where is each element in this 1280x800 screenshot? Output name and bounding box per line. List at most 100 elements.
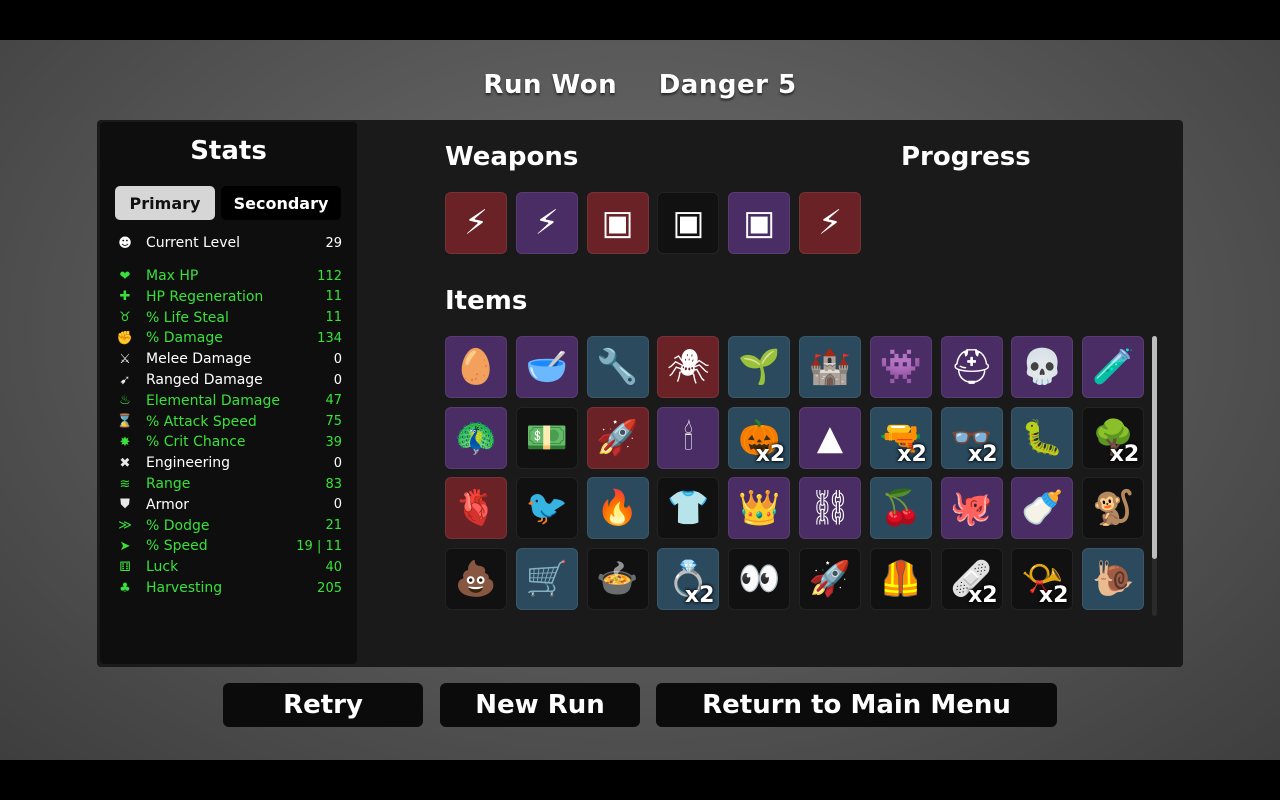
item-quantity-badge: x2 bbox=[968, 441, 998, 467]
handcuffs-item-slot[interactable]: ⛓ bbox=[799, 477, 861, 539]
stat-label: Current Level bbox=[146, 235, 240, 251]
return-main-menu-button[interactable]: Return to Main Menu bbox=[656, 683, 1057, 727]
rocket-item-slot[interactable]: 🚀 bbox=[799, 547, 861, 610]
rockets-item-slot[interactable]: 🚀 bbox=[586, 406, 649, 469]
banknote-item-icon: 💵 bbox=[525, 417, 568, 458]
crown-item-slot[interactable]: 👑 bbox=[728, 477, 791, 539]
worm-item-slot[interactable]: 🐛 bbox=[1011, 406, 1074, 469]
taser-weapon-slot[interactable]: ▣ bbox=[728, 192, 791, 254]
banknote-item-slot[interactable]: 💵 bbox=[515, 406, 578, 469]
shield-icon: ⛊ bbox=[120, 497, 130, 513]
vest-item-slot[interactable]: 🦺 bbox=[869, 547, 932, 610]
taser-weapon-slot[interactable]: ▣ bbox=[657, 192, 720, 254]
bottle-item-icon: 🍼 bbox=[1021, 488, 1064, 528]
items-scrollbar[interactable] bbox=[1152, 336, 1157, 616]
rocket-item-icon: 🚀 bbox=[808, 558, 852, 599]
stat-row: ✖ Engineering 0 bbox=[116, 453, 342, 473]
progress-title: Progress bbox=[901, 142, 1031, 172]
flannel-shirt-item-slot[interactable]: 👕 bbox=[657, 477, 720, 539]
potion-bag-item-slot[interactable]: 🧪 bbox=[1082, 336, 1145, 398]
stat-row: ≋ Range 83 bbox=[116, 474, 342, 494]
poop-item-slot[interactable]: 💩 bbox=[445, 547, 507, 610]
sword-icon: ⚔ bbox=[119, 351, 131, 367]
snail-item-slot[interactable]: 🐌 bbox=[1082, 547, 1145, 610]
mortar-item-slot[interactable]: 🥣 bbox=[515, 336, 578, 398]
tree-item-slot[interactable]: 🌳 x2 bbox=[1082, 406, 1145, 469]
stat-label: Armor bbox=[146, 496, 190, 513]
bottle-item-slot[interactable]: 🍼 bbox=[1011, 477, 1074, 539]
taser-weapon-slot[interactable]: ▣ bbox=[586, 192, 649, 254]
weapons-title: Weapons bbox=[445, 142, 579, 172]
retry-button[interactable]: Retry bbox=[223, 683, 423, 727]
helmet-item-icon: ⛑ bbox=[950, 347, 994, 387]
peacock-item-slot[interactable]: 🦚 bbox=[445, 406, 507, 469]
stat-value: 0 bbox=[333, 455, 342, 471]
bandage-item-slot[interactable]: 🩹 x2 bbox=[940, 547, 1003, 610]
spider-item-slot[interactable]: 🕷 bbox=[657, 336, 720, 398]
stat-label: % Damage bbox=[146, 330, 223, 347]
stat-label: % Attack Speed bbox=[146, 413, 257, 430]
potion-bag-item-icon: 🧪 bbox=[1092, 347, 1135, 387]
spark-spear-weapon-slot[interactable]: ⚡ bbox=[515, 192, 578, 254]
tab-secondary-stats[interactable]: Secondary bbox=[221, 186, 341, 220]
wrench-drill-item-slot[interactable]: 🔧 bbox=[586, 336, 649, 398]
items-title: Items bbox=[445, 286, 528, 316]
horn-item-slot[interactable]: 📯 x2 bbox=[1011, 547, 1074, 610]
lightning-wand-weapon-icon: ⚡ bbox=[464, 203, 488, 243]
campfire-item-slot[interactable]: 🔥 bbox=[586, 477, 649, 539]
candle-item-slot[interactable]: 🕯 bbox=[657, 406, 720, 469]
wheelbarrow-item-slot[interactable]: 🛒 bbox=[515, 547, 578, 610]
stat-value: 205 bbox=[317, 580, 342, 596]
tentacle-item-icon: 🐙 bbox=[950, 488, 993, 528]
stats-panel: Stats Primary Secondary ☻ Current Level … bbox=[100, 122, 357, 664]
stat-label: % Life Steal bbox=[146, 309, 229, 326]
ring-item-slot[interactable]: 💍 x2 bbox=[657, 547, 720, 610]
pumpkin-item-slot[interactable]: 🎃 x2 bbox=[728, 406, 791, 469]
skull-pile-item-icon: 💀 bbox=[1021, 347, 1064, 387]
stat-value: 0 bbox=[333, 351, 342, 367]
monkey-item-slot[interactable]: 🐒 bbox=[1082, 477, 1145, 539]
wheelbarrow-item-icon: 🛒 bbox=[525, 558, 568, 599]
dice-icon: ⚅ bbox=[119, 559, 131, 575]
bird-head-item-slot[interactable]: 🐦 bbox=[515, 477, 578, 539]
cherries-item-icon: 🍒 bbox=[879, 488, 922, 528]
letterbox-bottom bbox=[0, 760, 1280, 800]
item-quantity-badge: x2 bbox=[897, 441, 927, 467]
glasses-item-slot[interactable]: 👓 x2 bbox=[940, 406, 1003, 469]
monkey-item-icon: 🐒 bbox=[1092, 488, 1135, 528]
wheat-icon: ♣ bbox=[119, 580, 131, 596]
level-skull-icon: ☻ bbox=[118, 235, 132, 251]
fangs-icon: ♉ bbox=[119, 310, 131, 326]
crit-burst-icon: ✸ bbox=[119, 434, 131, 450]
stomach-item-slot[interactable]: 🫀 bbox=[445, 477, 507, 539]
lightning-wand-weapon-slot[interactable]: ⚡ bbox=[445, 192, 507, 254]
stat-label: Harvesting bbox=[146, 580, 223, 596]
cauldron-item-icon: 🍲 bbox=[596, 558, 639, 599]
alien-horns-item-slot[interactable]: 👾 bbox=[869, 336, 932, 398]
stat-row: ⛊ Armor 0 bbox=[116, 495, 342, 515]
items-scrollbar-thumb[interactable] bbox=[1152, 336, 1157, 559]
cherries-item-slot[interactable]: 🍒 bbox=[869, 477, 932, 539]
hourglass-icon: ⌛ bbox=[116, 414, 134, 430]
spider-item-icon: 🕷 bbox=[666, 347, 710, 387]
bullet-item-slot[interactable]: 🔫 x2 bbox=[869, 406, 932, 469]
tab-primary-stats[interactable]: Primary bbox=[115, 186, 215, 220]
heart-icon: ❤ bbox=[119, 268, 131, 284]
candle-item-icon: 🕯 bbox=[683, 417, 694, 458]
tower-item-slot[interactable]: 🏰 bbox=[799, 336, 861, 398]
garden-item-icon: 🌱 bbox=[738, 347, 781, 387]
run-result-label: Run Won bbox=[483, 70, 618, 100]
lightning-wand-weapon-slot[interactable]: ⚡ bbox=[799, 192, 861, 254]
cauldron-item-slot[interactable]: 🍲 bbox=[586, 547, 649, 610]
tentacle-item-slot[interactable]: 🐙 bbox=[940, 477, 1003, 539]
triangle-item-slot[interactable]: ▲ bbox=[799, 406, 861, 469]
helmet-item-slot[interactable]: ⛑ bbox=[940, 336, 1003, 398]
stat-label: Max HP bbox=[146, 268, 199, 284]
egg-item-slot[interactable]: 🥚 bbox=[445, 336, 507, 398]
new-run-button[interactable]: New Run bbox=[440, 683, 640, 727]
stat-label: HP Regeneration bbox=[146, 288, 264, 305]
eyes-item-slot[interactable]: 👀 bbox=[728, 547, 791, 610]
skull-pile-item-slot[interactable]: 💀 bbox=[1011, 336, 1074, 398]
garden-item-slot[interactable]: 🌱 bbox=[728, 336, 791, 398]
run-result-header: Run Won Danger 5 bbox=[0, 70, 1280, 100]
